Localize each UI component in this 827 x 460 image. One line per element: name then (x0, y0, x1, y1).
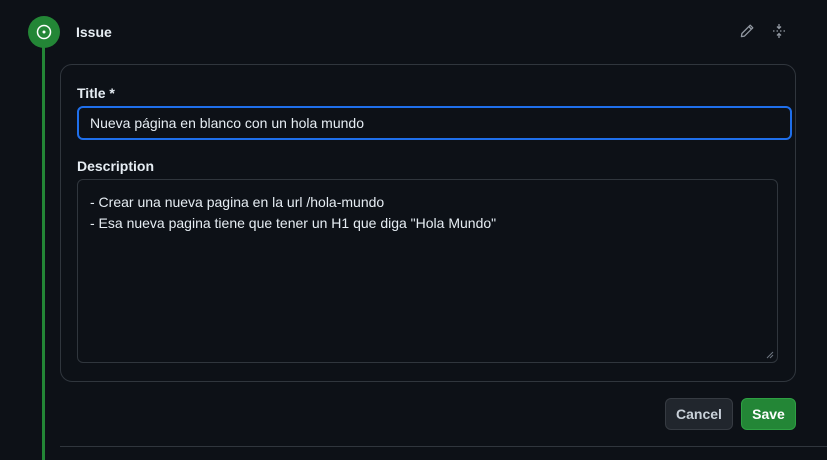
description-line: - Esa nueva pagina tiene que tener un H1… (90, 215, 497, 231)
issue-open-icon (28, 16, 60, 48)
title-input[interactable] (77, 106, 792, 140)
timeline-line (42, 40, 45, 460)
divider (60, 446, 827, 447)
save-button[interactable]: Save (741, 398, 796, 430)
fold-icon[interactable] (770, 22, 788, 40)
header-actions (738, 22, 788, 40)
pencil-icon[interactable] (738, 22, 756, 40)
cancel-button[interactable]: Cancel (665, 398, 733, 430)
issue-edit-card: Title * Description - Crear una nueva pa… (60, 64, 796, 382)
description-label: Description (77, 158, 155, 174)
issue-type-title: Issue (76, 24, 112, 40)
description-textarea[interactable]: - Crear una nueva pagina en la url /hola… (77, 179, 778, 363)
description-line: - Crear una nueva pagina en la url /hola… (90, 194, 385, 210)
title-label: Title * (77, 85, 115, 101)
resize-handle-icon[interactable] (766, 351, 774, 359)
